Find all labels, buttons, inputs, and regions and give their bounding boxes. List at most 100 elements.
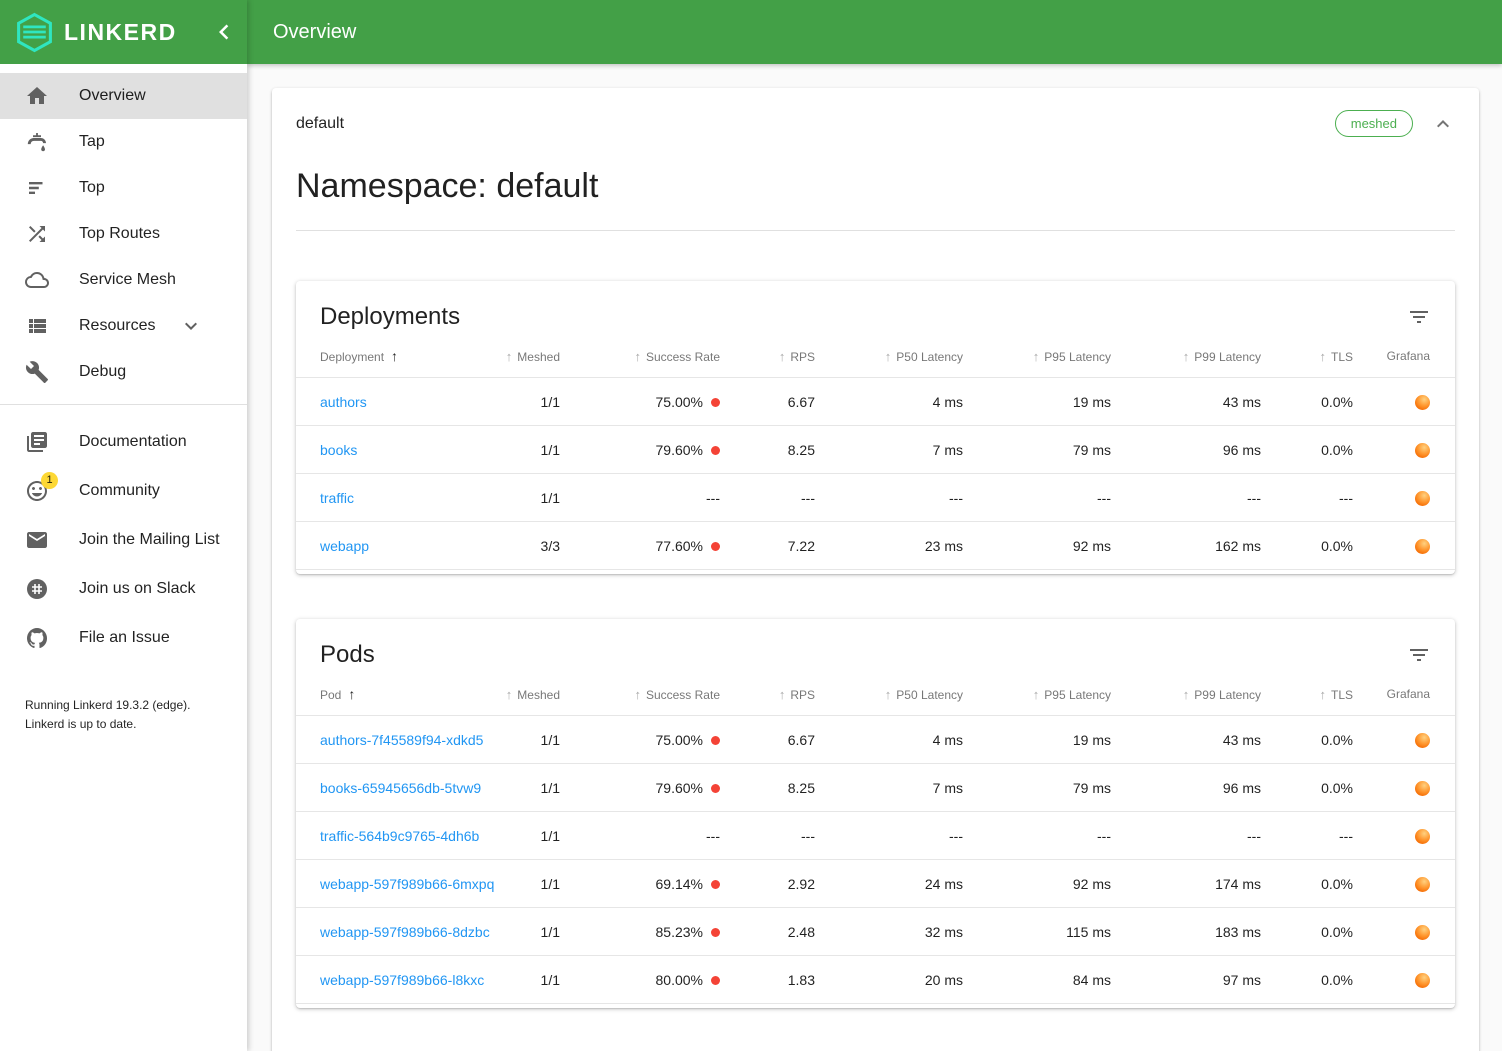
meshed-cell: 3/3 — [477, 522, 572, 570]
column-header-p50[interactable]: ↑P50 Latency — [827, 333, 975, 378]
success-rate-cell: 69.14% — [572, 860, 732, 908]
sort-arrow-icon: ↑ — [1319, 687, 1326, 702]
deployment-link[interactable]: authors — [320, 394, 367, 410]
pod-link[interactable]: webapp-597f989b66-l8kxc — [320, 972, 484, 988]
pod-link[interactable]: books-65945656db-5tvw9 — [320, 780, 481, 796]
tls-cell: --- — [1273, 812, 1365, 860]
sidebar-item-label: Documentation — [79, 433, 187, 451]
deployments-title: Deployments — [320, 303, 460, 331]
sort-arrow-icon: ↑ — [779, 349, 786, 364]
column-header-tls[interactable]: ↑TLS — [1273, 333, 1365, 378]
grafana-icon[interactable] — [1415, 877, 1430, 892]
table-row: authors 1/1 75.00% 6.67 4 ms 19 ms 43 ms… — [296, 378, 1455, 426]
pod-link[interactable]: webapp-597f989b66-6mxpq — [320, 876, 494, 892]
grafana-cell — [1365, 716, 1455, 764]
deployment-link[interactable]: traffic — [320, 490, 354, 506]
sidebar-item-mailing-list[interactable]: Join the Mailing List — [0, 515, 247, 564]
p95-cell: 92 ms — [975, 522, 1123, 570]
grafana-icon[interactable] — [1415, 491, 1430, 506]
meshed-cell: 1/1 — [477, 812, 572, 860]
grafana-cell — [1365, 426, 1455, 474]
column-header-rps[interactable]: ↑RPS — [732, 671, 827, 716]
rps-cell: 6.67 — [732, 378, 827, 426]
sidebar-collapse-button[interactable] — [209, 17, 239, 47]
grafana-icon[interactable] — [1415, 443, 1430, 458]
page-title: Overview — [273, 21, 356, 44]
linkerd-logo[interactable]: LINKERD — [14, 12, 209, 53]
grafana-icon[interactable] — [1415, 781, 1430, 796]
namespace-card: default meshed Namespace: default Deploy… — [272, 88, 1479, 1051]
rps-cell: 7.22 — [732, 522, 827, 570]
sidebar-item-file-issue[interactable]: File an Issue — [0, 613, 247, 662]
sort-arrow-icon: ↑ — [348, 686, 355, 702]
sidebar-item-tap[interactable]: Tap — [0, 119, 247, 165]
column-header-meshed[interactable]: ↑Meshed — [477, 671, 572, 716]
sidebar-item-community[interactable]: 1 Community — [0, 466, 247, 515]
status-dot — [711, 928, 720, 937]
table-row: webapp 3/3 77.60% 7.22 23 ms 92 ms 162 m… — [296, 522, 1455, 570]
column-header-pod[interactable]: Pod↑ — [296, 671, 477, 716]
rps-cell: 8.25 — [732, 426, 827, 474]
sort-arrow-icon: ↑ — [1319, 349, 1326, 364]
filter-icon[interactable] — [1407, 643, 1431, 667]
meshed-badge: meshed — [1335, 110, 1413, 137]
column-header-p95[interactable]: ↑P95 Latency — [975, 333, 1123, 378]
namespace-heading: Namespace: default — [296, 167, 1455, 231]
main-area: Overview default meshed Namespace: defau… — [247, 0, 1502, 1051]
column-header-p99[interactable]: ↑P99 Latency — [1123, 671, 1273, 716]
brand-name: LINKERD — [64, 19, 177, 46]
rps-cell: 1.83 — [732, 956, 827, 1004]
sidebar-item-service-mesh[interactable]: Service Mesh — [0, 257, 247, 303]
sort-arrow-icon: ↑ — [1033, 349, 1040, 364]
column-header-p99[interactable]: ↑P99 Latency — [1123, 333, 1273, 378]
grafana-icon[interactable] — [1415, 733, 1430, 748]
p95-cell: 79 ms — [975, 426, 1123, 474]
sidebar-item-top[interactable]: Top — [0, 165, 247, 211]
sidebar-item-documentation[interactable]: Documentation — [0, 417, 247, 466]
p99-cell: 43 ms — [1123, 378, 1273, 426]
pod-link[interactable]: webapp-597f989b66-8dzbc — [320, 924, 490, 940]
column-header-p95[interactable]: ↑P95 Latency — [975, 671, 1123, 716]
p95-cell: 19 ms — [975, 716, 1123, 764]
content-area: default meshed Namespace: default Deploy… — [247, 64, 1502, 1051]
collapse-section-button[interactable] — [1431, 112, 1455, 136]
grafana-icon[interactable] — [1415, 395, 1430, 410]
grafana-icon[interactable] — [1415, 925, 1430, 940]
pod-link[interactable]: traffic-564b9c9765-4dh6b — [320, 828, 479, 844]
sidebar-item-slack[interactable]: Join us on Slack — [0, 564, 247, 613]
meshed-cell: 1/1 — [477, 764, 572, 812]
column-header-success-rate[interactable]: ↑Success Rate — [572, 333, 732, 378]
deployments-card-header: Deployments — [296, 281, 1455, 333]
sidebar-item-label: Resources — [79, 317, 155, 335]
success-rate-cell: 85.23% — [572, 908, 732, 956]
p99-cell: --- — [1123, 474, 1273, 522]
rps-cell: 2.92 — [732, 860, 827, 908]
grafana-icon[interactable] — [1415, 539, 1430, 554]
sidebar-item-debug[interactable]: Debug — [0, 349, 247, 395]
home-icon — [25, 84, 49, 108]
namespace-card-header: default meshed — [296, 110, 1455, 137]
column-header-p50[interactable]: ↑P50 Latency — [827, 671, 975, 716]
grafana-icon[interactable] — [1415, 973, 1430, 988]
deployment-link[interactable]: webapp — [320, 538, 369, 554]
sidebar-header: LINKERD — [0, 0, 247, 64]
sidebar-item-label: Tap — [79, 133, 105, 151]
sidebar-item-overview[interactable]: Overview — [0, 73, 247, 119]
column-header-rps[interactable]: ↑RPS — [732, 333, 827, 378]
p95-cell: 79 ms — [975, 764, 1123, 812]
pod-link[interactable]: authors-7f45589f94-xdkd5 — [320, 732, 483, 748]
version-line: Running Linkerd 19.3.2 (edge). — [25, 696, 231, 715]
sidebar-item-resources[interactable]: Resources — [0, 303, 247, 349]
column-header-tls[interactable]: ↑TLS — [1273, 671, 1365, 716]
pods-card-header: Pods — [296, 619, 1455, 671]
column-header-success-rate[interactable]: ↑Success Rate — [572, 671, 732, 716]
filter-icon[interactable] — [1407, 305, 1431, 329]
grafana-icon[interactable] — [1415, 829, 1430, 844]
chevron-down-icon[interactable] — [179, 314, 203, 338]
column-header-deployment[interactable]: Deployment↑ — [296, 333, 477, 378]
rps-cell: 2.48 — [732, 908, 827, 956]
deployment-cell: webapp — [296, 522, 477, 570]
column-header-meshed[interactable]: ↑Meshed — [477, 333, 572, 378]
deployment-link[interactable]: books — [320, 442, 357, 458]
sidebar-item-top-routes[interactable]: Top Routes — [0, 211, 247, 257]
